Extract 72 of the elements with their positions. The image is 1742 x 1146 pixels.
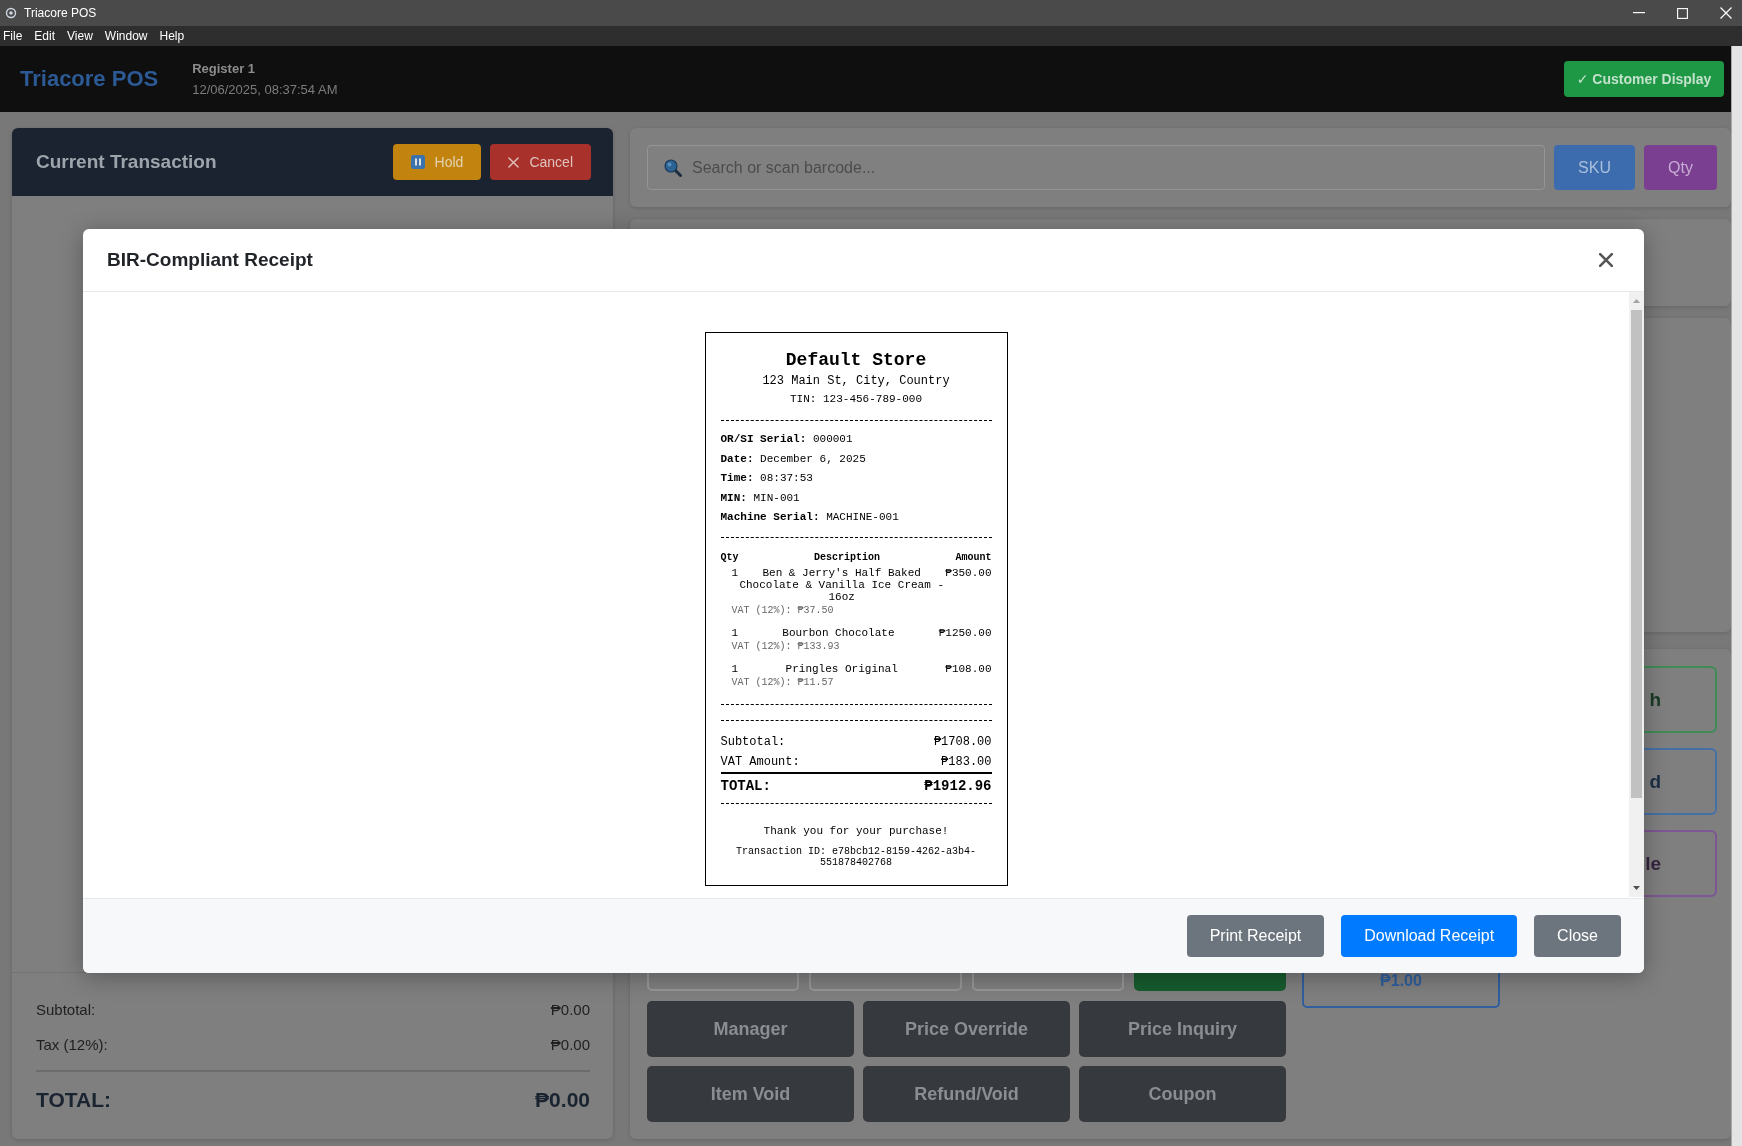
item-qty: 1 xyxy=(731,627,739,640)
app-icon xyxy=(5,7,17,19)
item-description: Pringles Original xyxy=(784,663,899,676)
total-label: TOTAL: xyxy=(36,1087,112,1112)
item-qty: 1 xyxy=(731,567,739,580)
item-description: Ben & Jerry's Half Baked Chocolate & Vanilla Ice Cream - 16oz xyxy=(738,567,945,604)
page-scrollbar[interactable] xyxy=(1731,46,1742,1146)
total-value: ₱1912.96 xyxy=(924,778,992,795)
summary-value: ₱0.00 xyxy=(550,1035,590,1053)
function-button[interactable]: Coupon xyxy=(1079,1066,1286,1122)
function-button[interactable]: Refund/Void xyxy=(863,1066,1070,1122)
dialog-button[interactable]: Print Receipt xyxy=(1186,915,1325,957)
column-header: Qty xyxy=(720,552,739,565)
function-button[interactable]: Manager xyxy=(647,1001,854,1057)
menu-item[interactable]: View xyxy=(66,29,94,43)
menu-item[interactable]: Help xyxy=(158,29,186,43)
hold-button[interactable]: Hold xyxy=(392,144,482,180)
maximize-icon[interactable] xyxy=(1677,7,1688,19)
sku-button[interactable]: SKU xyxy=(1554,145,1635,190)
store-tin: TIN: 123-456-789-000 xyxy=(789,392,923,406)
minimize-icon[interactable] xyxy=(1633,12,1645,14)
subtotal-label: Subtotal: xyxy=(720,735,786,750)
receipt-detail: OR/SI Serial: 000001 xyxy=(720,432,854,446)
column-header: Description xyxy=(814,552,880,565)
item-description: Bourbon Chocolate xyxy=(781,627,896,640)
thank-you-note: Thank you for your purchase! xyxy=(762,824,950,839)
summary-value: ₱0.00 xyxy=(550,1000,590,1018)
item-vat: VAT (12%): ₱133.93 xyxy=(731,641,841,654)
total-label: TOTAL: xyxy=(720,778,771,795)
summary-label: Subtotal: xyxy=(36,1000,96,1018)
qty-button[interactable]: Qty xyxy=(1644,145,1717,190)
total-value: ₱0.00 xyxy=(535,1087,590,1112)
store-name: Default Store xyxy=(784,350,928,370)
receipt-detail: Machine Serial: MACHINE-001 xyxy=(720,510,900,525)
dialog-button[interactable]: Close xyxy=(1534,915,1621,957)
transaction-id: Transaction ID: e78bcb12-8159-4262-a3b4-551878402768 xyxy=(736,846,976,869)
subtotal-value: ₱1708.00 xyxy=(933,735,992,750)
receipt-detail: Date: December 6, 2025 xyxy=(720,451,867,466)
scrollbar[interactable] xyxy=(1629,292,1644,897)
item-vat: VAT (12%): ₱11.57 xyxy=(731,677,835,690)
function-button[interactable]: Price Override xyxy=(863,1001,1070,1057)
close-icon[interactable] xyxy=(1720,7,1732,19)
pause-icon xyxy=(410,155,425,169)
store-address: 123 Main St, City, Country xyxy=(761,374,951,388)
cancel-button[interactable]: Cancel xyxy=(490,144,591,180)
app-logo: Triacore POS xyxy=(20,66,159,92)
function-button[interactable]: Item Void xyxy=(647,1066,854,1122)
item-vat: VAT (12%): ₱37.50 xyxy=(731,605,835,618)
window-title: Triacore POS xyxy=(24,6,97,20)
receipt-detail: Time: 08:37:53 xyxy=(720,471,814,486)
menu-item[interactable]: Window xyxy=(103,29,149,43)
vat-value: ₱183.00 xyxy=(941,755,992,770)
close-icon xyxy=(508,156,520,168)
search-icon xyxy=(664,159,682,177)
item-qty: 1 xyxy=(731,663,739,676)
menu-item[interactable]: Edit xyxy=(33,29,57,43)
summary-label: Tax (12%): xyxy=(36,1035,108,1053)
dialog-title: BIR-Compliant Receipt xyxy=(107,249,313,271)
panel-title: Current Transaction xyxy=(36,151,217,173)
register-name: Register 1 xyxy=(192,61,257,76)
column-header: Amount xyxy=(955,552,992,565)
menu-item[interactable]: File xyxy=(2,29,24,43)
item-amount: ₱1250.00 xyxy=(938,627,992,640)
customer-display-button[interactable]: ✓ Customer Display xyxy=(1564,61,1724,97)
close-icon xyxy=(1599,253,1613,267)
vat-label: VAT Amount: xyxy=(720,755,800,770)
download-button[interactable]: Download Receipt xyxy=(1341,915,1518,957)
item-amount: ₱350.00 xyxy=(945,567,992,580)
date-time: 12/06/2025, 08:37:54 AM xyxy=(192,82,338,97)
function-button[interactable]: Price Inquiry xyxy=(1079,1001,1286,1057)
receipt-detail: MIN: MIN-001 xyxy=(720,490,801,505)
item-amount: ₱108.00 xyxy=(945,663,992,676)
